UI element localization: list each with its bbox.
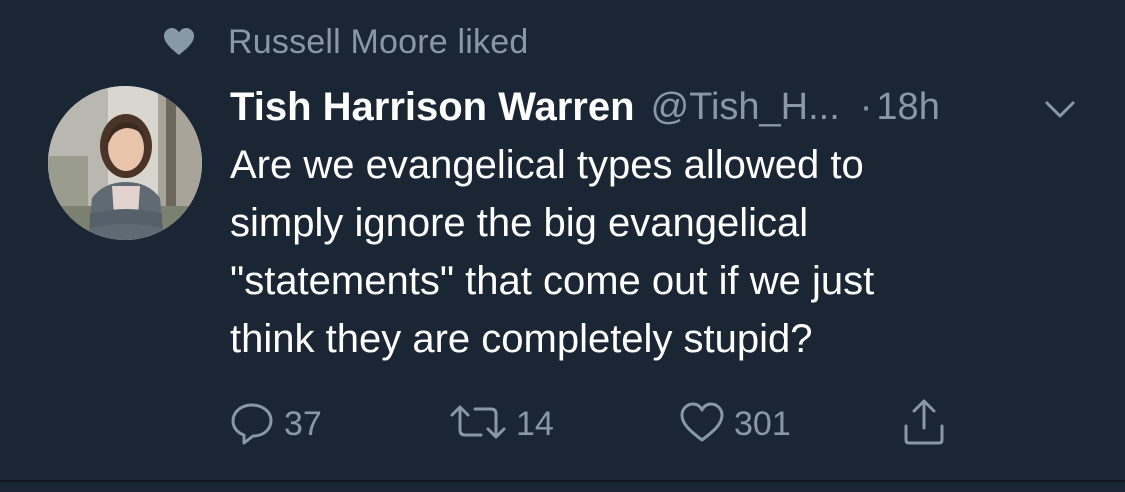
author-name[interactable]: Tish Harrison Warren bbox=[230, 85, 635, 130]
social-context-text[interactable]: Russell Moore liked bbox=[228, 23, 528, 62]
tweet-card[interactable]: Russell Moore liked Tish Harrison Warren… bbox=[0, 0, 1125, 480]
like-button[interactable]: 301 bbox=[678, 396, 791, 452]
tweet-text: Are we evangelical types allowed to simp… bbox=[230, 136, 1090, 368]
retweet-button[interactable]: 14 bbox=[448, 396, 554, 452]
retweet-count: 14 bbox=[516, 404, 554, 443]
social-context: Russell Moore liked bbox=[164, 20, 528, 64]
like-count: 301 bbox=[734, 404, 791, 443]
author-handle[interactable]: @Tish_H... bbox=[651, 86, 840, 129]
share-button[interactable] bbox=[900, 396, 948, 452]
avatar[interactable] bbox=[48, 86, 202, 240]
reply-icon bbox=[228, 398, 276, 451]
chevron-down-icon[interactable] bbox=[1043, 96, 1077, 122]
timestamp[interactable]: 18h bbox=[876, 86, 939, 129]
tweet-actions: 37 14 301 bbox=[0, 396, 1125, 452]
tweet-text-line: Are we evangelical types allowed to bbox=[230, 143, 864, 187]
reply-button[interactable]: 37 bbox=[228, 396, 322, 452]
tweet-text-line: think they are completely stupid? bbox=[230, 317, 813, 361]
tweet-text-line: simply ignore the big evangelical bbox=[230, 201, 809, 245]
reply-count: 37 bbox=[284, 404, 322, 443]
separator: · bbox=[859, 85, 873, 128]
tweet-text-line: "statements" that come out if we just bbox=[230, 259, 875, 303]
heart-outline-icon bbox=[678, 398, 726, 451]
heart-filled-icon bbox=[164, 28, 194, 56]
tweet-header: Tish Harrison Warren @Tish_H... · 18h bbox=[230, 80, 940, 134]
divider bbox=[0, 480, 1125, 482]
retweet-icon bbox=[448, 398, 508, 451]
share-icon bbox=[900, 396, 948, 453]
